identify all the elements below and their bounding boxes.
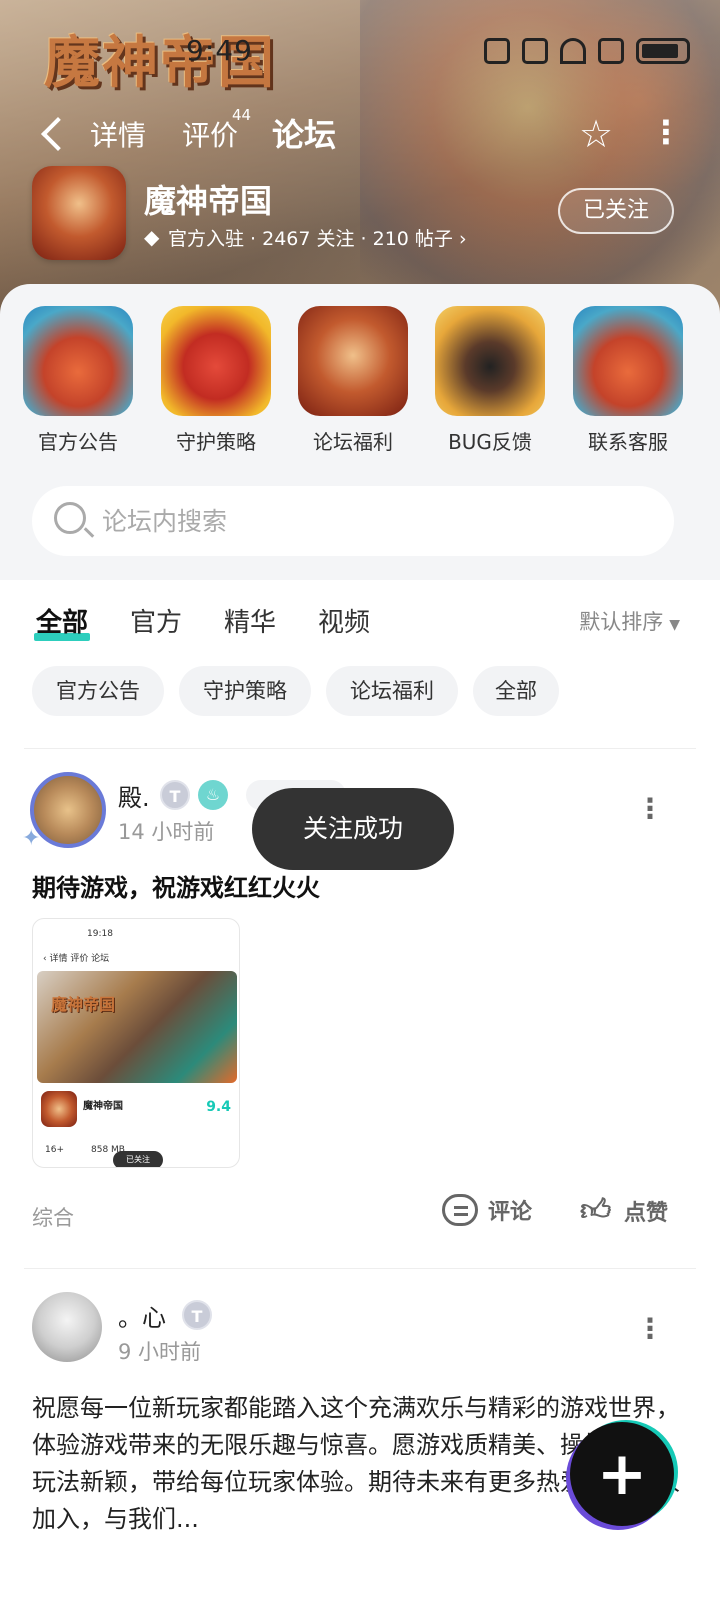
thumbs-up-icon: 👍︎ xyxy=(580,1193,612,1228)
chip-official-announcement[interactable]: 官方公告 xyxy=(32,666,164,716)
search-input[interactable] xyxy=(102,486,642,556)
comment-icon xyxy=(442,1194,478,1226)
shortcut-official-announcement[interactable]: 官方公告 xyxy=(22,306,134,455)
post-more-icon[interactable]: ⋮ xyxy=(636,1312,664,1345)
new-post-button[interactable]: + xyxy=(570,1422,674,1526)
toast-message: 关注成功 xyxy=(252,788,454,870)
app-meta[interactable]: 官方入驻 · 2467 关注 · 210 帖子 › xyxy=(144,224,467,251)
feed-tab-featured[interactable]: 精华 xyxy=(224,602,276,639)
screenshot-banner-art: 魔神帝国 xyxy=(37,971,237,1083)
announcement-icon xyxy=(23,306,133,416)
like-button[interactable]: 👍︎ 点赞 xyxy=(580,1194,668,1228)
shortcut-bug-feedback[interactable]: BUG反馈 xyxy=(434,306,546,455)
shortcut-forum-welfare[interactable]: 论坛福利 xyxy=(297,306,409,455)
level-badge: T xyxy=(160,780,190,810)
post-time: 14 小时前 xyxy=(118,820,215,844)
bug-feedback-icon xyxy=(435,306,545,416)
app-name: 魔神帝国 xyxy=(144,182,273,220)
review-count-badge: 44 xyxy=(232,106,252,124)
divider xyxy=(24,1268,696,1269)
forum-shortcuts-panel: 官方公告 守护策略 论坛福利 BUG反馈 联系客服 xyxy=(0,284,720,580)
post-username[interactable]: 。心 xyxy=(118,1298,166,1333)
comment-button[interactable]: 评论 xyxy=(442,1194,532,1226)
shortcut-guard-strategy[interactable]: 守护策略 xyxy=(160,306,272,455)
post-image[interactable]: 19:18 ‹ 详情 评价 论坛 魔神帝国 魔神帝国 9.4 16+ 858 M… xyxy=(32,918,240,1168)
post-title[interactable]: 期待游戏，祝游戏红红火火 xyxy=(32,868,320,903)
diamond-icon xyxy=(144,225,162,249)
strategy-icon xyxy=(161,306,271,416)
post-time: 9 小时前 xyxy=(118,1340,202,1364)
avatar[interactable] xyxy=(30,772,106,848)
fire-badge-icon: ♨ xyxy=(198,780,228,810)
battery-icon xyxy=(636,38,690,64)
plus-icon: + xyxy=(596,1439,648,1509)
caret-down-icon: ▼ xyxy=(669,617,680,633)
divider xyxy=(24,748,696,749)
app-icon[interactable] xyxy=(32,166,126,260)
more-vertical-icon[interactable]: ⋮ xyxy=(650,112,682,156)
chip-forum-welfare[interactable]: 论坛福利 xyxy=(326,666,458,716)
star-outline-icon[interactable]: ☆ xyxy=(574,112,618,156)
wifi-icon xyxy=(560,38,586,64)
chip-guard-strategy[interactable]: 守护策略 xyxy=(179,666,311,716)
tab-detail[interactable]: 详情 xyxy=(90,114,146,154)
feed-tab-video[interactable]: 视频 xyxy=(318,602,370,639)
nfc-icon xyxy=(484,38,510,64)
status-time: 9:49 xyxy=(186,34,253,67)
forum-search-bar[interactable] xyxy=(32,486,674,556)
alert-icon xyxy=(598,38,624,64)
level-badge: T xyxy=(182,1300,212,1330)
chip-all[interactable]: 全部 xyxy=(473,666,559,716)
post-more-icon[interactable]: ⋮ xyxy=(636,792,664,825)
search-icon xyxy=(54,502,86,534)
feed-tab-official[interactable]: 官方 xyxy=(130,602,182,639)
welfare-icon xyxy=(298,306,408,416)
sort-dropdown[interactable]: 默认排序 ▼ xyxy=(579,606,680,636)
avatar-decoration-icon: ✦ xyxy=(22,826,41,851)
follow-button[interactable]: 已关注 xyxy=(558,188,674,234)
avatar[interactable] xyxy=(32,1292,102,1362)
shortcut-contact-support[interactable]: 联系客服 xyxy=(572,306,684,455)
screenshot-app-icon xyxy=(41,1091,77,1127)
app-meta-text: 官方入驻 · 2467 关注 · 210 帖子 › xyxy=(168,228,467,250)
feed-tab-all[interactable]: 全部 xyxy=(33,602,91,641)
vibrate-icon xyxy=(522,38,548,64)
tab-forum[interactable]: 论坛 xyxy=(267,110,341,160)
back-arrow-icon[interactable] xyxy=(36,114,76,154)
post-username[interactable]: 殿. xyxy=(118,778,150,813)
tab-review[interactable]: 评价 xyxy=(182,114,238,154)
support-icon xyxy=(573,306,683,416)
status-bar: 9:49 xyxy=(0,30,720,76)
top-nav: 详情 评价 44 论坛 ☆ ⋮ xyxy=(0,106,720,164)
post-category-tag[interactable]: 综合 xyxy=(32,1202,74,1232)
header-banner: 魔神帝国 9:49 详情 评价 44 论坛 ☆ ⋮ 魔神帝国 官方入驻 · 24… xyxy=(0,0,720,330)
